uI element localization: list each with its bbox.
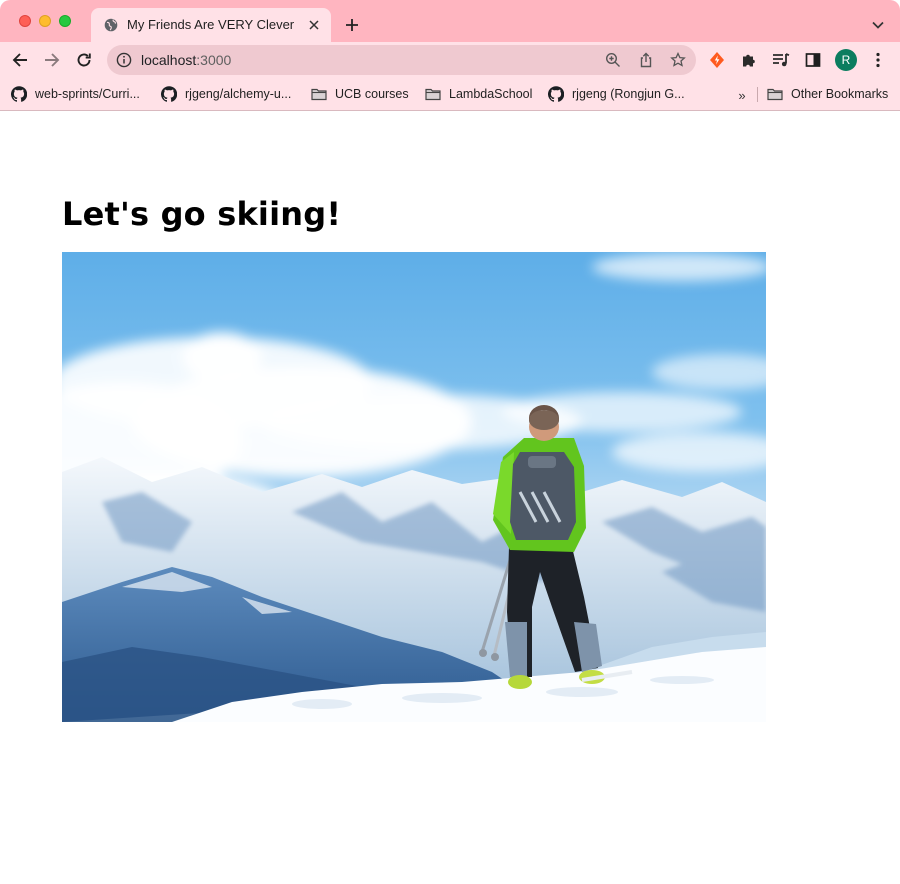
bookmarks-divider xyxy=(757,87,758,102)
close-window-button[interactable] xyxy=(19,15,31,27)
bookmark-label: UCB courses xyxy=(335,87,409,101)
skiing-photo xyxy=(62,252,766,722)
forward-arrow-icon[interactable] xyxy=(40,48,64,72)
bookmark-label: rjgeng/alchemy-u... xyxy=(185,87,292,101)
bookmark-item[interactable]: web-sprints/Curri... xyxy=(11,83,140,105)
tab-strip: My Friends Are VERY Clever xyxy=(0,0,900,42)
tab-title: My Friends Are VERY Clever xyxy=(127,17,295,32)
tab-search-chevron-icon[interactable] xyxy=(868,15,888,35)
folder-icon xyxy=(311,86,327,102)
github-icon xyxy=(11,86,27,102)
address-bar[interactable]: localhost:3000 xyxy=(107,45,696,75)
puzzle-extensions-icon[interactable] xyxy=(739,50,759,70)
close-tab-icon[interactable] xyxy=(306,17,322,33)
browser-toolbar: localhost:3000 R xyxy=(0,42,900,78)
more-bookmarks-chevron-icon[interactable]: » xyxy=(734,87,750,103)
bookmark-label: rjgeng (Rongjun G... xyxy=(572,87,685,101)
reload-icon[interactable] xyxy=(72,48,96,72)
github-icon xyxy=(548,86,564,102)
bookmark-item[interactable]: rjgeng (Rongjun G... xyxy=(548,83,685,105)
browser-window: My Friends Are VERY Clever localhost:300… xyxy=(0,0,900,884)
bookmark-folder[interactable]: LambdaSchool xyxy=(425,83,532,105)
other-bookmarks-folder[interactable]: Other Bookmarks xyxy=(767,83,888,105)
folder-icon xyxy=(767,86,783,102)
bookmarks-bar: web-sprints/Curri... rjgeng/alchemy-u...… xyxy=(0,78,900,111)
bookmark-label: Other Bookmarks xyxy=(791,87,889,101)
back-arrow-icon[interactable] xyxy=(8,48,32,72)
url-text: localhost:3000 xyxy=(141,52,231,68)
extension-flame-icon[interactable] xyxy=(707,50,727,70)
github-icon xyxy=(161,86,177,102)
reading-list-icon[interactable] xyxy=(771,50,791,70)
kebab-menu-icon[interactable] xyxy=(868,50,888,70)
bookmark-label: LambdaSchool xyxy=(449,87,533,101)
bookmark-label: web-sprints/Curri... xyxy=(35,87,140,101)
bookmark-folder[interactable]: UCB courses xyxy=(311,83,409,105)
page-content: Let's go skiing! xyxy=(0,111,900,884)
folder-icon xyxy=(425,86,441,102)
page-heading: Let's go skiing! xyxy=(62,195,342,233)
bookmark-item[interactable]: rjgeng/alchemy-u... xyxy=(161,83,291,105)
bookmark-star-icon[interactable] xyxy=(669,51,687,69)
site-info-icon[interactable] xyxy=(116,52,132,68)
share-icon[interactable] xyxy=(637,51,655,69)
url-host: localhost xyxy=(141,52,197,68)
side-panel-icon[interactable] xyxy=(803,50,823,70)
url-port: :3000 xyxy=(196,52,232,68)
profile-avatar[interactable]: R xyxy=(835,49,857,71)
zoom-magnifier-icon[interactable] xyxy=(604,51,622,69)
zoom-window-button[interactable] xyxy=(59,15,71,27)
globe-icon xyxy=(104,18,118,32)
minimize-window-button[interactable] xyxy=(39,15,51,27)
new-tab-button[interactable] xyxy=(342,15,362,35)
tab-active[interactable]: My Friends Are VERY Clever xyxy=(91,8,331,42)
